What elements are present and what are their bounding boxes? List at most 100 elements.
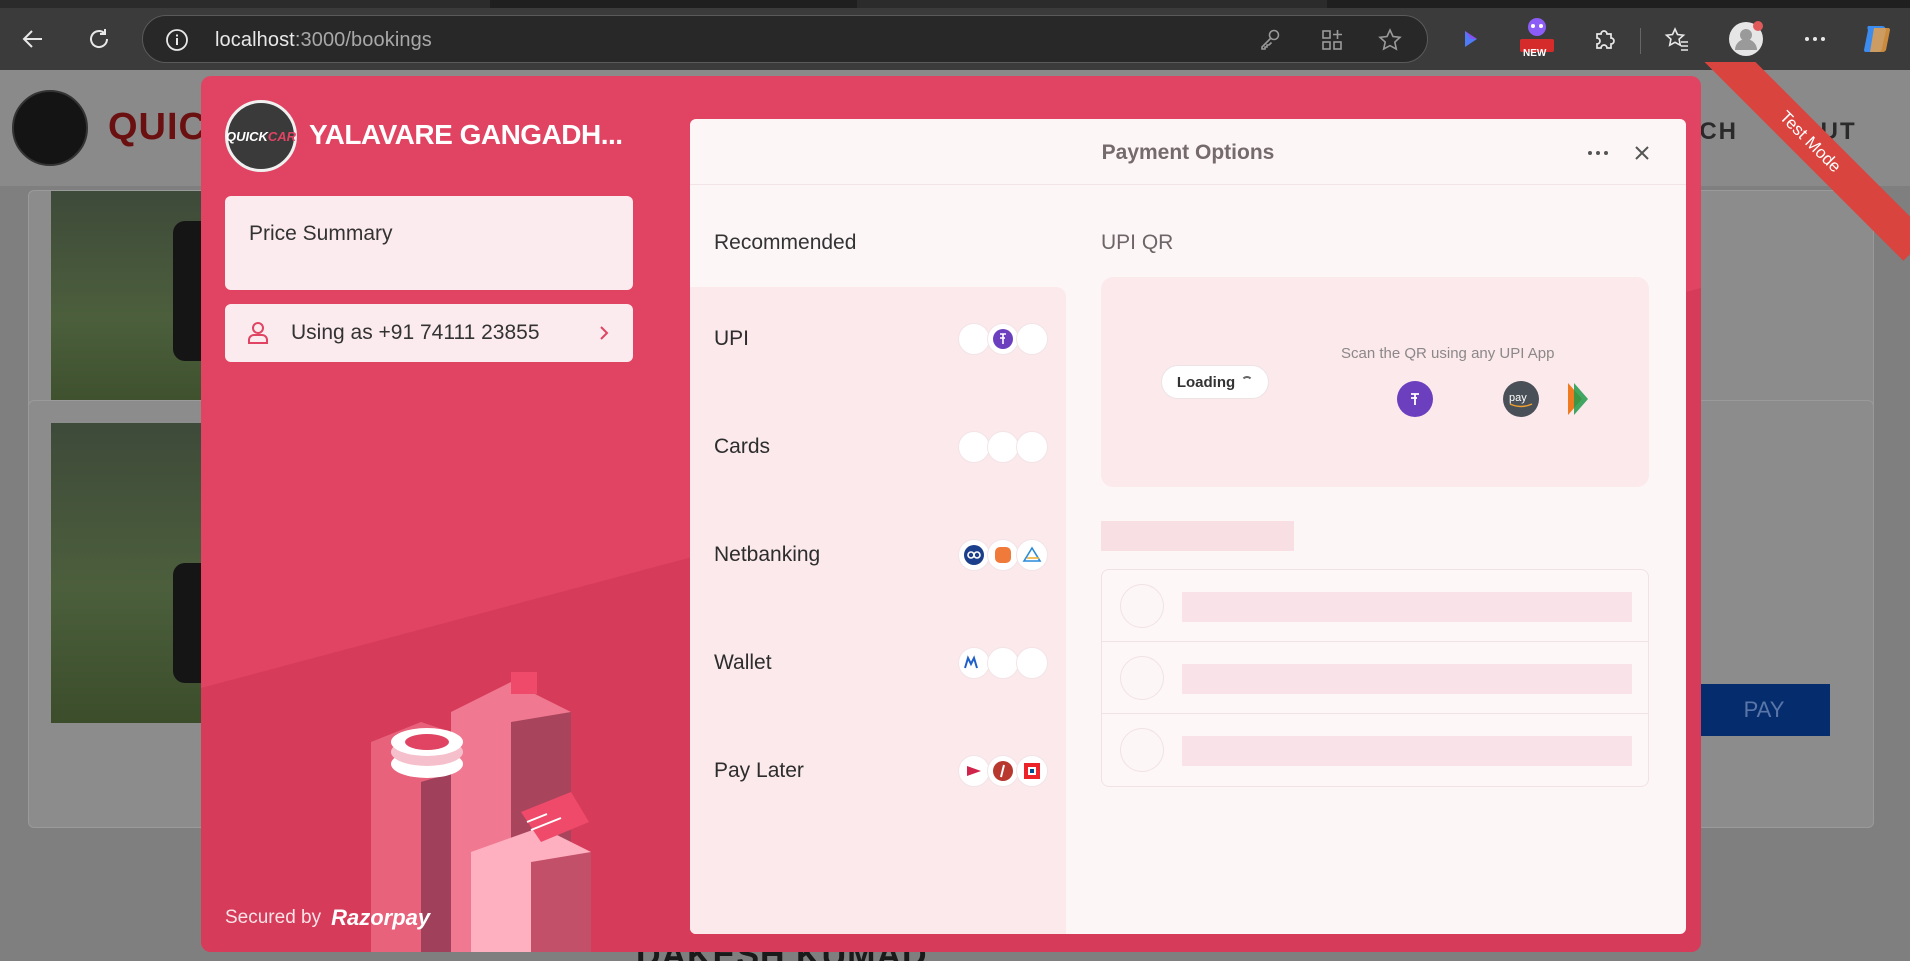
copilot-extension-button[interactable] (1452, 20, 1490, 58)
user-icon (248, 322, 268, 344)
method-cards[interactable]: Cards (690, 395, 1066, 503)
svg-text:pay: pay (1509, 392, 1527, 404)
test-mode-label: Test Mode (1700, 62, 1910, 261)
merchant-logo: QUICK CAR (225, 100, 297, 172)
upi-app-icon (958, 323, 990, 355)
upi-app-icon (1016, 323, 1048, 355)
method-icons (958, 539, 1048, 571)
upi-qr-card: Loading Scan the QR using any UPI App pa… (1101, 277, 1649, 487)
key-icon[interactable] (1257, 27, 1283, 53)
spinner-icon (1241, 376, 1254, 388)
back-arrow-icon (22, 30, 42, 48)
skeleton-row (1102, 570, 1648, 642)
phonepe-icon (987, 323, 1019, 355)
browser-tab[interactable] (0, 0, 490, 8)
back-button[interactable] (14, 20, 52, 58)
extensions-button[interactable] (1585, 20, 1623, 58)
skeleton-avatar (1120, 728, 1164, 772)
method-label: Wallet (714, 651, 772, 674)
profile-button[interactable] (1727, 20, 1765, 58)
bank-icon (987, 539, 1019, 571)
scan-instructions: Scan the QR using any UPI App (1341, 345, 1555, 362)
favorite-star-icon[interactable] (1377, 27, 1403, 53)
method-label: Cards (714, 435, 771, 458)
panel-title: Payment Options (1101, 141, 1275, 164)
method-icons (958, 323, 1048, 355)
site-info-icon[interactable] (165, 28, 189, 52)
wallet-icon (987, 647, 1019, 679)
copilot-button[interactable] (1858, 20, 1896, 58)
browser-tab[interactable] (857, 0, 1327, 8)
card-network-icon (958, 431, 990, 463)
games-icon (1520, 18, 1554, 52)
method-wallet[interactable]: Wallet (690, 611, 1066, 719)
settings-menu-button[interactable] (1796, 20, 1834, 58)
app-available-icon[interactable] (1319, 27, 1345, 53)
bank-icon (1016, 539, 1048, 571)
method-upi[interactable]: UPI (690, 287, 1066, 395)
pay-button[interactable]: PAY (1698, 684, 1830, 736)
skeleton-row (1102, 714, 1648, 786)
app-logo[interactable] (12, 90, 88, 166)
more-options-button[interactable] (1584, 139, 1612, 167)
method-icons (958, 431, 1048, 463)
browser-toolbar: localhost:3000/bookings NEW (0, 8, 1910, 70)
more-dots-icon (1588, 151, 1608, 155)
upi-qr-heading: UPI QR (1101, 231, 1174, 254)
puzzle-icon (1596, 30, 1615, 49)
car-image (51, 423, 211, 723)
merchant-logo-text: QUICK (225, 128, 268, 144)
close-button[interactable] (1628, 139, 1656, 167)
wallet-icon (1016, 647, 1048, 679)
test-mode-ribbon: Test Mode (1700, 62, 1910, 272)
app-brand[interactable]: QUIC (108, 106, 207, 149)
bank-icon (958, 539, 990, 571)
secured-by-label: Secured by (225, 907, 322, 928)
paylater-icon (987, 755, 1019, 787)
url-host: localhost (215, 29, 295, 51)
tab-strip (0, 0, 1910, 8)
merchant-name: YALAVARE GANGADH... (309, 119, 623, 150)
method-icons (958, 755, 1048, 787)
method-label: Netbanking (714, 543, 821, 566)
price-summary-card[interactable]: Price Summary (225, 196, 633, 290)
url-path: :3000/bookings (294, 29, 432, 51)
method-label: Pay Later (714, 759, 804, 782)
favorites-icon (1664, 27, 1688, 51)
close-icon (1635, 146, 1649, 160)
method-icons (958, 647, 1048, 679)
user-contact-button[interactable]: Using as +91 74111 23855 (225, 304, 633, 362)
merchant-logo-accent: CAR (267, 128, 297, 144)
refresh-icon (90, 29, 109, 48)
wallet-icon (958, 647, 990, 679)
payment-options-panel: Payment Options Recommended UPI QR UPI C… (690, 119, 1686, 934)
method-netbanking[interactable]: Netbanking (690, 503, 1066, 611)
profile-avatar-icon (1729, 21, 1763, 56)
car-image (51, 191, 211, 423)
qr-loading-indicator: Loading (1161, 365, 1269, 399)
bhim-icon (1557, 381, 1593, 417)
favorites-button[interactable] (1658, 20, 1696, 58)
refresh-button[interactable] (80, 20, 118, 58)
loading-skeleton-title (1101, 521, 1294, 551)
razorpay-logo[interactable]: Razorpay (331, 905, 430, 931)
card-network-icon (987, 431, 1019, 463)
skeleton-avatar (1120, 584, 1164, 628)
loading-label: Loading (1176, 373, 1236, 391)
games-button[interactable]: NEW (1518, 14, 1556, 59)
copilot-icon (1864, 26, 1890, 53)
amazon-pay-icon: pay (1503, 381, 1539, 417)
secured-by-footer: Secured by Razorpay (225, 905, 430, 931)
skeleton-line (1182, 736, 1632, 766)
more-dots-icon (1805, 37, 1825, 41)
method-pay-later[interactable]: Pay Later (690, 719, 1066, 827)
new-badge: NEW (1523, 48, 1547, 59)
url-text[interactable]: localhost:3000/bookings (215, 29, 432, 52)
extension-logo-icon (1465, 31, 1477, 47)
paylater-icon (1016, 755, 1048, 787)
address-bar[interactable]: localhost:3000/bookings (142, 15, 1428, 63)
price-summary-label: Price Summary (249, 222, 393, 245)
card-network-icon (1016, 431, 1048, 463)
chevron-right-icon (600, 326, 609, 340)
toolbar-separator (1640, 28, 1641, 54)
